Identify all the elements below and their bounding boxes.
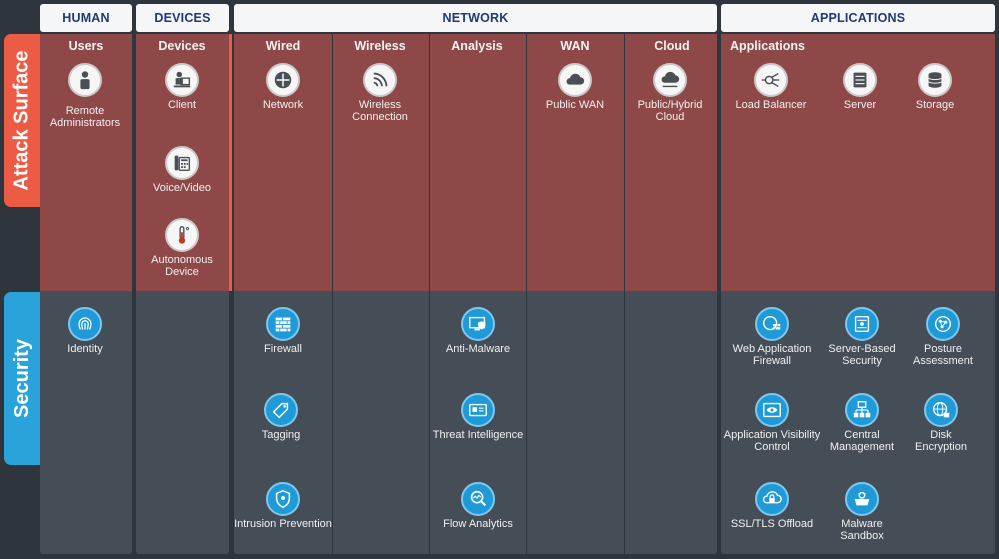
phone-icon: [165, 146, 199, 180]
item-malware-sandbox: Malware Sandbox: [812, 482, 912, 542]
globe-lock-icon: [924, 393, 958, 427]
item-label: Posture Assessment: [913, 343, 973, 367]
column-applications: [721, 34, 995, 554]
item-label: Disk Encryption: [915, 429, 967, 453]
item-label: Wireless Connection: [352, 99, 408, 123]
header-devices: DEVICES: [136, 4, 229, 32]
sandbox-icon: [845, 482, 879, 516]
monitor-shield-icon: [461, 307, 495, 341]
item-label: Server: [843, 99, 877, 111]
shield-icon: [266, 482, 300, 516]
item-label: Autonomous Device: [151, 254, 213, 278]
item-label: Client: [167, 99, 197, 111]
item-label: Storage: [915, 99, 955, 111]
item-ssl-tls-offload: SSL/TLS Offload: [722, 482, 822, 531]
router-icon: [266, 63, 300, 97]
user-icon: [68, 63, 102, 97]
magnifier-icon: [461, 482, 495, 516]
item-public-hybrid-cloud: Public/Hybrid Cloud: [620, 63, 720, 123]
subheader-wired: Wired: [265, 39, 301, 53]
item-storage: Storage: [885, 63, 985, 112]
item-firewall: Firewall: [233, 307, 333, 356]
item-remote-administrators: Remote Administrators: [35, 63, 135, 129]
fingerprint-icon: [68, 307, 102, 341]
web-firewall-icon: [755, 307, 789, 341]
item-label: Flow Analytics: [443, 518, 513, 530]
cloud-sync-icon: [653, 63, 687, 97]
item-anti-malware: Anti-Malware: [428, 307, 528, 356]
subheader-users: Users: [68, 39, 104, 53]
item-label: Public/Hybrid Cloud: [637, 99, 703, 123]
firewall-icon: [266, 307, 300, 341]
subheader-devices: Devices: [158, 39, 206, 53]
header-applications: APPLICATIONS: [721, 4, 995, 32]
item-label: Public WAN: [545, 99, 605, 111]
subheader-cloud: Cloud: [654, 39, 690, 53]
subheader-wireless: Wireless: [354, 39, 406, 53]
eye-window-icon: [755, 393, 789, 427]
item-posture-assessment: Posture Assessment: [893, 307, 993, 367]
item-label: Firewall: [264, 343, 302, 355]
subheader-wan: WAN: [560, 39, 590, 53]
item-public-wan: Public WAN: [525, 63, 625, 112]
thermometer-icon: [165, 218, 199, 252]
item-disk-encryption: Disk Encryption: [891, 393, 991, 453]
item-label: Tagging: [261, 429, 301, 441]
item-web-application-firewall: Web Application Firewall: [722, 307, 822, 367]
item-autonomous-device: Autonomous Device: [132, 218, 232, 278]
tag-icon: [264, 393, 298, 427]
item-label: Identity: [67, 343, 103, 355]
item-label: Web Application Firewall: [732, 343, 812, 367]
header-human: HUMAN: [40, 4, 132, 32]
item-label: Server-Based Security: [828, 343, 896, 367]
load-balancer-icon: [754, 63, 788, 97]
item-tagging: Tagging: [231, 393, 331, 442]
item-label: Application Visibility Control: [723, 429, 821, 453]
item-label: SSL/TLS Offload: [730, 518, 814, 530]
divider: [526, 34, 527, 554]
item-threat-intelligence: Threat Intelligence: [428, 393, 528, 442]
item-label: Voice/Video: [153, 182, 211, 194]
item-load-balancer: Load Balancer: [721, 63, 821, 112]
network-nodes-icon: [926, 307, 960, 341]
item-network: Network: [233, 63, 333, 112]
item-intrusion-prevention: Intrusion Prevention: [233, 482, 333, 531]
item-client: Client: [132, 63, 232, 112]
subheader-analysis: Analysis: [451, 39, 503, 53]
report-icon: [461, 393, 495, 427]
item-voice-video: Voice/Video: [132, 146, 232, 195]
item-label: Remote Administrators: [49, 105, 121, 129]
column-devices: [136, 34, 229, 554]
server-icon: [843, 63, 877, 97]
item-label: Malware Sandbox: [840, 518, 884, 542]
item-label: Network: [262, 99, 304, 111]
laptop-user-icon: [165, 63, 199, 97]
item-label: Load Balancer: [735, 99, 807, 111]
item-flow-analytics: Flow Analytics: [428, 482, 528, 531]
server-shield-icon: [845, 307, 879, 341]
item-wireless-connection: Wireless Connection: [330, 63, 430, 123]
wifi-icon: [363, 63, 397, 97]
item-label: Central Management: [829, 429, 895, 453]
database-icon: [918, 63, 952, 97]
item-identity: Identity: [35, 307, 135, 356]
cloud-lock-icon: [755, 482, 789, 516]
item-label: Intrusion Prevention: [234, 518, 332, 530]
item-application-visibility-control: Application Visibility Control: [722, 393, 822, 453]
header-network: NETWORK: [234, 4, 717, 32]
cloud-icon: [558, 63, 592, 97]
item-label: Anti-Malware: [445, 343, 511, 355]
hierarchy-icon: [845, 393, 879, 427]
subheader-applications: Applications: [730, 39, 806, 53]
item-label: Threat Intelligence: [432, 429, 524, 441]
